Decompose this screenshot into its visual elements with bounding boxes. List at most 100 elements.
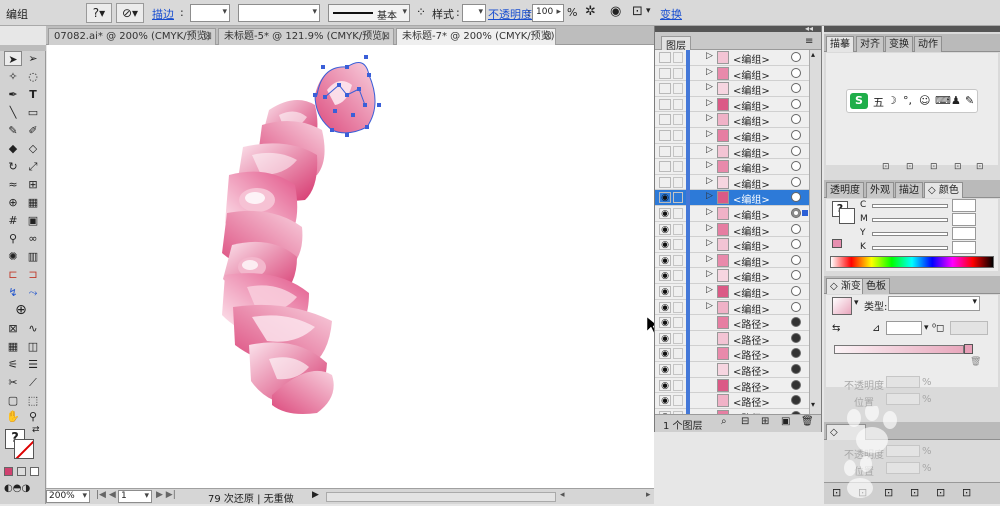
lock-toggle[interactable] <box>673 317 683 329</box>
eye-icon[interactable]: ◉ <box>659 301 671 313</box>
target-circle-icon[interactable] <box>791 379 801 390</box>
eye-hidden-icon[interactable] <box>659 52 671 63</box>
lock-toggle[interactable] <box>673 161 683 173</box>
expand-arrow-icon[interactable]: ▷ <box>706 129 713 139</box>
layer-row[interactable]: ◉ <路径> <box>655 362 809 378</box>
layer-row[interactable]: ▷ <编组> <box>655 96 809 113</box>
layer-row[interactable]: ◉ <路径> <box>655 315 809 331</box>
y-value[interactable] <box>952 227 976 240</box>
frame-icon[interactable]: ▢ <box>4 393 22 408</box>
aspect-ratio-icon[interactable]: ⁰◻ <box>932 323 944 334</box>
layer-row[interactable]: ◉ ▷ <编组> <box>655 284 809 300</box>
slice-tool-icon[interactable]: ⊐ <box>24 267 42 282</box>
zoom-tool-icon-alt[interactable]: ⤳ <box>24 285 42 300</box>
lock-toggle[interactable] <box>673 192 683 204</box>
layer-row[interactable]: ▷ <编组> <box>655 159 809 175</box>
variable-width-dropdown[interactable]: ▾ <box>238 4 320 22</box>
tab-color[interactable]: ◇ 颜色 <box>924 182 963 198</box>
pen-tool-icon[interactable]: ✒ <box>4 87 22 102</box>
expand-arrow-icon[interactable]: ▷ <box>706 238 713 248</box>
target-circle-icon[interactable] <box>791 145 801 156</box>
target-circle-icon[interactable] <box>791 348 801 359</box>
shape-builder-icon[interactable]: ⊕ <box>4 195 22 210</box>
target-circle-icon[interactable] <box>791 254 801 265</box>
knife-icon[interactable]: ⟋ <box>24 375 42 390</box>
layers-scrollbar[interactable]: ▴ ▾ <box>809 50 821 414</box>
close-icon[interactable]: ⊠ <box>204 29 212 45</box>
column-graph-icon[interactable]: ▥ <box>24 249 42 264</box>
k-slider[interactable] <box>872 246 948 250</box>
panel-menu-icon[interactable]: ≡ <box>805 36 813 47</box>
target-circle-icon[interactable] <box>791 83 801 94</box>
tab-swatches[interactable]: 色板 <box>862 278 890 294</box>
layer-row[interactable]: ▷ <编组> <box>655 112 809 128</box>
rectangle-tool-icon[interactable]: ▭ <box>24 105 42 120</box>
warp-icon[interactable]: ∿ <box>24 321 42 336</box>
angle-field[interactable] <box>886 321 922 335</box>
skin-icon[interactable]: ♟ <box>951 94 961 107</box>
gradient-type-dropdown[interactable]: ▾ <box>888 296 980 311</box>
eye-icon[interactable]: ◉ <box>659 395 671 407</box>
brush-profile-dropdown[interactable]: 基本 ▾ <box>328 4 410 22</box>
eye-icon[interactable]: ◉ <box>659 332 671 344</box>
eye-hidden-icon[interactable] <box>659 67 671 79</box>
y-slider[interactable] <box>872 232 948 236</box>
aspect-ratio-field[interactable] <box>950 321 988 335</box>
eye-hidden-icon[interactable] <box>659 83 671 95</box>
lasso-icon[interactable]: ◌ <box>24 69 42 84</box>
free-transform-icon[interactable]: ⊞ <box>24 177 42 192</box>
type-tool-icon[interactable]: T <box>24 87 42 102</box>
expand-arrow-icon[interactable]: ▷ <box>706 254 713 264</box>
expand-arrow-icon[interactable]: ▷ <box>706 113 713 123</box>
artboard-canvas[interactable] <box>47 45 659 488</box>
width-tool-icon[interactable]: ≈ <box>4 177 22 192</box>
lock-toggle[interactable] <box>673 239 683 251</box>
target-circle-icon[interactable] <box>791 239 801 250</box>
ime-toolbar[interactable]: S 五 ☽ °, ☺ ⌨ ♟ ✎ <box>846 89 978 113</box>
target-circle-icon[interactable] <box>791 223 801 234</box>
first-artboard-icon[interactable]: |◀ ◀ <box>96 490 116 500</box>
mesh-tool-icon[interactable]: # <box>4 213 22 228</box>
delete-stop-icon[interactable]: 🗑 <box>970 357 981 367</box>
none-mode-icon[interactable] <box>30 467 39 476</box>
lock-toggle[interactable] <box>673 301 683 313</box>
symbol-sprayer-icon[interactable]: ✺ <box>4 249 22 264</box>
layer-row[interactable]: ◉ ▷ <编组> <box>655 237 809 253</box>
expand-arrow-icon[interactable]: ▷ <box>706 191 713 201</box>
live-paint-icon[interactable]: ▦ <box>24 195 42 210</box>
expand-arrow-icon[interactable]: ▷ <box>706 82 713 92</box>
doc-tab-2[interactable]: 未标题-5* @ 121.9% (CMYK/预览) ⊠ <box>218 28 394 45</box>
eraser-icon[interactable]: ◇ <box>24 141 42 156</box>
gradient-mode-icon[interactable] <box>17 467 26 476</box>
tab-gradient[interactable]: ◇ 渐变 <box>826 278 865 294</box>
tab-trace[interactable]: 描摹 <box>826 36 854 52</box>
eye-icon[interactable]: ◉ <box>659 348 671 360</box>
color-spectrum[interactable] <box>830 256 994 268</box>
punctuation-icon[interactable]: °, <box>903 94 912 107</box>
expand-arrow-icon[interactable]: ▷ <box>706 160 713 170</box>
layer-row[interactable]: ◉ <路径> <box>655 330 809 347</box>
lock-toggle[interactable] <box>673 254 683 266</box>
grid-icon[interactable]: ▦ <box>4 339 22 354</box>
lock-toggle[interactable] <box>673 223 683 235</box>
eye-hidden-icon[interactable] <box>659 176 671 188</box>
eye-icon[interactable]: ◉ <box>659 254 671 266</box>
half-width-icon[interactable]: ☽ <box>887 94 897 107</box>
m-slider[interactable] <box>872 218 948 222</box>
layer-row[interactable]: ◉ <路径> <box>655 346 809 362</box>
target-circle-icon[interactable] <box>791 332 801 343</box>
target-circle-icon[interactable] <box>791 176 801 187</box>
lock-toggle[interactable] <box>673 364 683 375</box>
fill-swatch[interactable]: ?▾ <box>86 3 112 23</box>
eye-icon[interactable]: ◉ <box>659 239 671 251</box>
target-circle-icon[interactable] <box>791 286 801 296</box>
lock-toggle[interactable] <box>673 379 683 391</box>
target-circle-icon[interactable] <box>791 130 801 140</box>
close-icon[interactable]: ⊠ <box>544 29 552 45</box>
align-icon[interactable]: ⊡ <box>632 4 643 19</box>
layer-row[interactable]: ▷ <编组> <box>655 128 809 144</box>
close-icon[interactable]: ⊠ <box>382 29 390 45</box>
layer-row[interactable]: ◉ ▷ <编组> <box>655 206 809 222</box>
eye-icon[interactable]: ◉ <box>659 317 671 329</box>
target-circle-icon[interactable] <box>791 161 801 172</box>
